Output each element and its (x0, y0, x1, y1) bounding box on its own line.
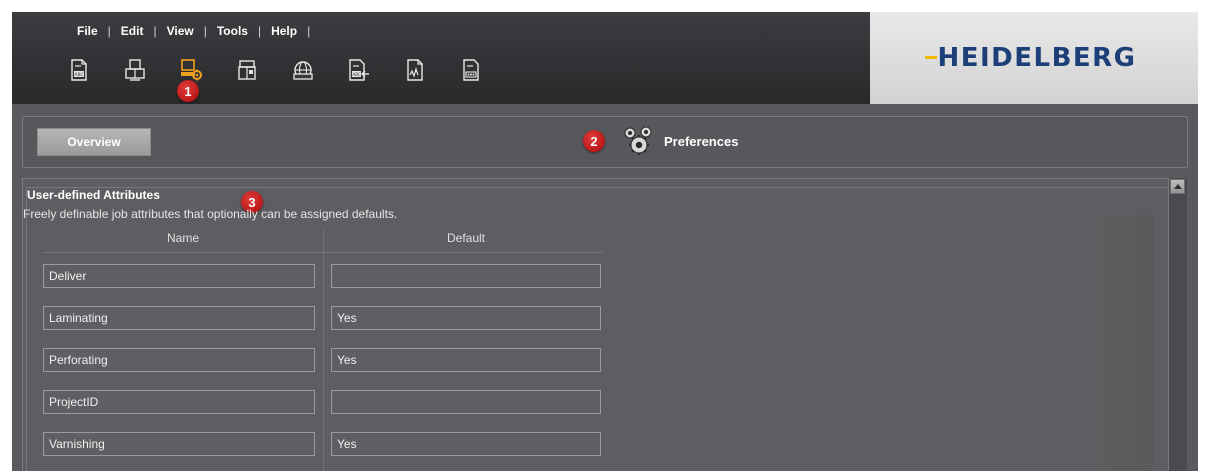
logo-text: HEIDELBERG (925, 43, 1137, 73)
attribute-default-field[interactable]: Yes (331, 306, 601, 330)
serial-document-icon[interactable] (460, 58, 482, 82)
attribute-name-field[interactable]: Laminating (43, 306, 315, 330)
signed-document-icon[interactable] (404, 58, 426, 82)
panel-shade (1093, 215, 1153, 471)
menu-separator: | (307, 24, 311, 38)
menu-tools[interactable]: Tools (207, 24, 258, 38)
preferences-monitor-icon[interactable] (180, 58, 202, 82)
attribute-default-field[interactable]: Yes (331, 348, 601, 372)
attribute-name-field[interactable]: Perforating (43, 348, 315, 372)
column-header-name[interactable]: Name (43, 231, 323, 245)
callout-badge-2: 2 (583, 130, 605, 152)
attribute-name-field[interactable]: Varnishing (43, 432, 315, 456)
preferences-panel: User-defined Attributes 3 Freely definab… (22, 178, 1174, 471)
attribute-name-field[interactable]: Deliver (43, 264, 315, 288)
group-title: User-defined Attributes (27, 188, 164, 202)
gears-icon (624, 126, 652, 155)
heidelberg-logo: HEIDELBERG (870, 12, 1198, 104)
application-window: File | Edit | View | Tools | Help | ABC (12, 12, 1198, 471)
main-toolbar: ABC ABC (68, 56, 516, 84)
attribute-name-field[interactable]: ProjectID (43, 390, 315, 414)
group-description: Freely definable job attributes that opt… (23, 207, 398, 221)
scroll-up-button[interactable] (1170, 179, 1185, 194)
tab-overview[interactable]: Overview (37, 128, 151, 156)
vertical-scrollbar[interactable] (1168, 178, 1187, 471)
attribute-default-field[interactable]: Yes (331, 432, 601, 456)
column-divider (323, 227, 324, 471)
attribute-default-field[interactable] (331, 390, 601, 414)
svg-text:ABC: ABC (352, 72, 361, 77)
svg-text:ABC: ABC (74, 72, 83, 78)
view-tabs-bar: Overview 2 Preferences (22, 116, 1188, 168)
menu-view[interactable]: View (157, 24, 204, 38)
column-header-default[interactable]: Default (331, 231, 601, 245)
abc-document-icon[interactable]: ABC (68, 58, 90, 82)
menu-file[interactable]: File (74, 24, 108, 38)
globe-printer-icon[interactable] (292, 58, 314, 82)
abc-export-icon[interactable]: ABC (348, 58, 370, 82)
callout-badge-1: 1 (177, 80, 199, 102)
printing-press-icon[interactable] (236, 58, 258, 82)
app-header: File | Edit | View | Tools | Help | ABC (12, 12, 1198, 104)
logo-accent-bar (925, 56, 938, 59)
header-rule (43, 252, 603, 253)
attribute-default-field[interactable] (331, 264, 601, 288)
tab-preferences[interactable]: Preferences (664, 134, 738, 149)
logo-wordmark: HEIDELBERG (937, 43, 1137, 73)
menu-help[interactable]: Help (261, 24, 307, 38)
menu-bar: File | Edit | View | Tools | Help | (74, 22, 310, 40)
printer-icon[interactable] (124, 58, 146, 82)
menu-edit[interactable]: Edit (111, 24, 154, 38)
